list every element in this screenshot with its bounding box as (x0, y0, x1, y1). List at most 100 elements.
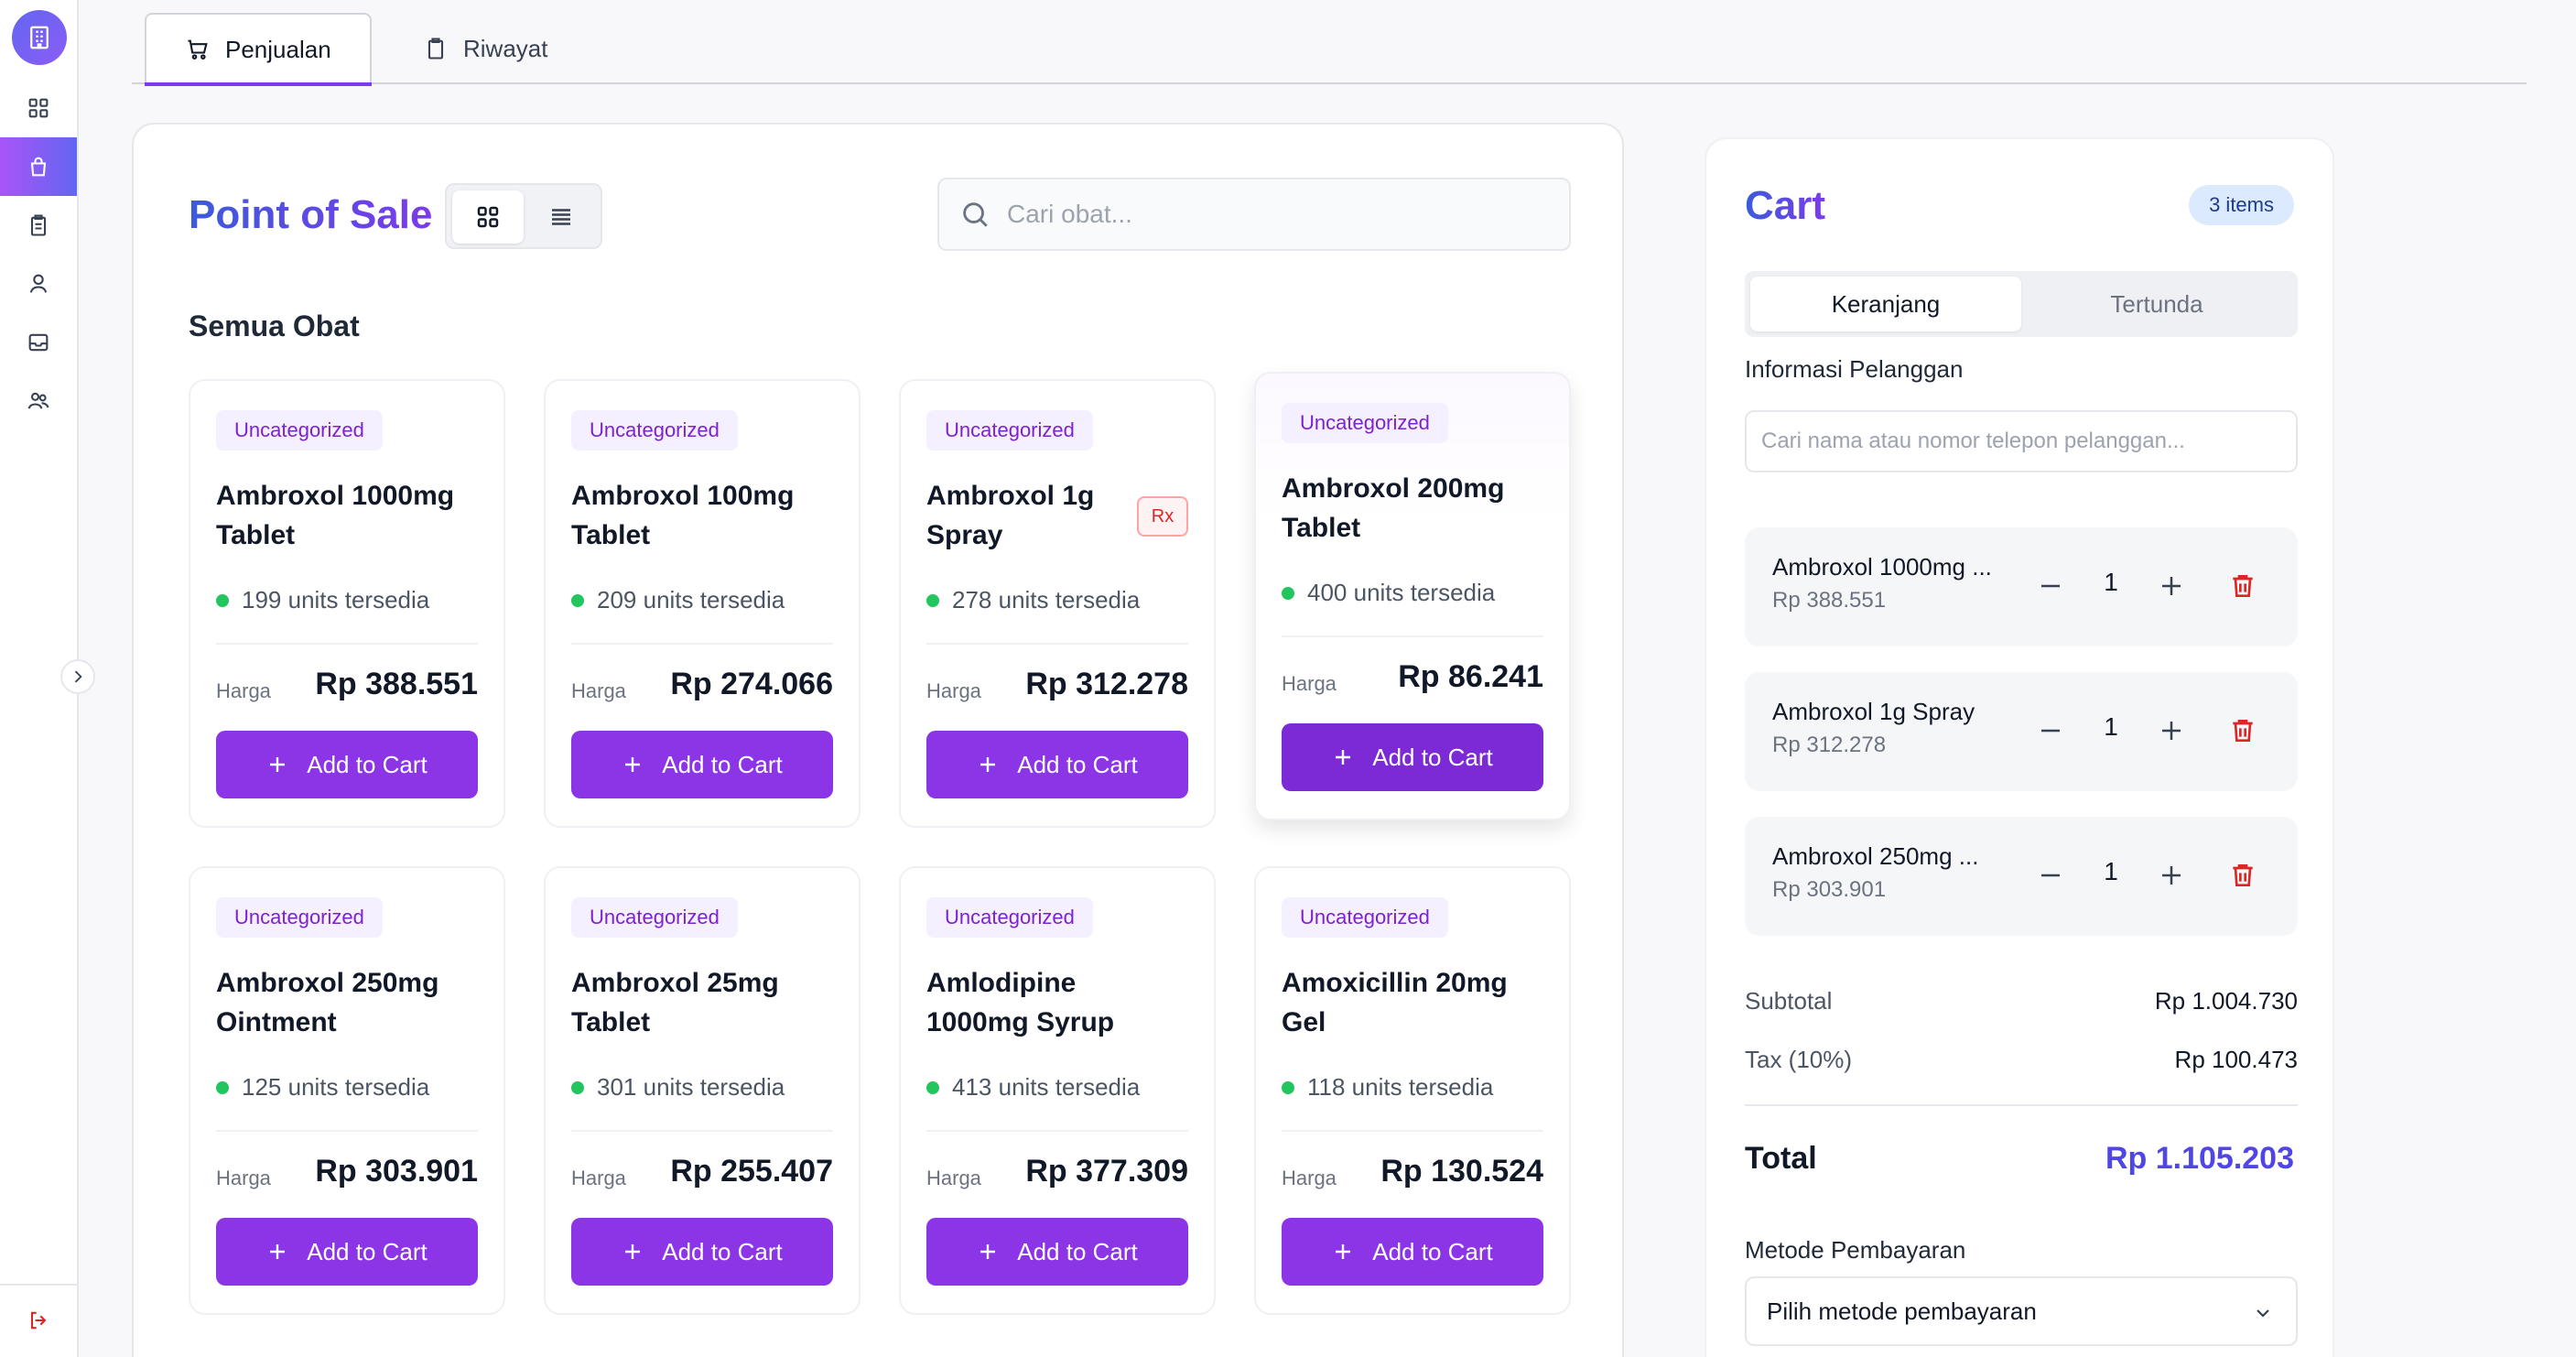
top-tabs: Penjualan Riwayat (132, 9, 2527, 86)
category-badge: Uncategorized (1282, 403, 1448, 443)
total-value: Rp 1.105.203 (2105, 1141, 2294, 1176)
category-badge: Uncategorized (571, 897, 738, 938)
minus-icon (2041, 729, 2060, 733)
product-name: Amlodipine 1000mg Syrup (926, 968, 1115, 1037)
category-badge: Uncategorized (926, 897, 1093, 938)
stock-status: 199 units tersedia (216, 586, 429, 614)
increase-qty-button[interactable] (2149, 853, 2193, 897)
tab-tertunda[interactable]: Tertunda (2021, 277, 2292, 331)
divider (1282, 635, 1543, 637)
plus-icon (1336, 750, 1351, 765)
add-to-cart-button[interactable]: Add to Cart (1282, 1218, 1543, 1286)
decrease-qty-button[interactable] (2029, 853, 2073, 897)
payment-method-value: Pilih metode pembayaran (1767, 1297, 2037, 1325)
product-card: Uncategorized Ambroxol 1g Spray Rx 278 u… (899, 379, 1216, 828)
add-to-cart-button[interactable]: Add to Cart (926, 731, 1188, 798)
trash-icon (2233, 575, 2253, 597)
building-logo-icon[interactable] (12, 10, 67, 65)
shopping-bag-icon (30, 157, 47, 177)
add-to-cart-label: Add to Cart (1017, 750, 1138, 778)
subtotal-label: Subtotal (1745, 987, 1833, 1015)
decrease-qty-button[interactable] (2029, 564, 2073, 608)
delete-item-button[interactable] (2221, 709, 2265, 753)
divider (1745, 1104, 2298, 1106)
product-name: Ambroxol 100mg Tablet (571, 481, 795, 550)
increase-qty-button[interactable] (2149, 709, 2193, 753)
add-to-cart-button[interactable]: Add to Cart (216, 1218, 478, 1286)
sidebar-item-team[interactable] (0, 372, 77, 430)
payment-method-select[interactable]: Pilih metode pembayaran (1745, 1276, 2298, 1346)
cart-item-price: Rp 388.551 (1772, 588, 1887, 613)
sidebar-item-customers[interactable] (0, 255, 77, 313)
price: Rp 130.524 (1380, 1154, 1543, 1189)
delete-item-button[interactable] (2221, 564, 2265, 608)
logout-icon (30, 1311, 47, 1330)
logout-button[interactable] (0, 1291, 77, 1350)
grid-view-button[interactable] (452, 190, 524, 244)
plus-icon (625, 757, 641, 772)
price: Rp 388.551 (315, 667, 478, 701)
tax-label: Tax (10%) (1745, 1046, 1853, 1073)
divider (216, 1130, 478, 1132)
product-name: Ambroxol 1000mg Tablet (216, 481, 455, 550)
tab-label: Riwayat (463, 34, 548, 62)
add-to-cart-button[interactable]: Add to Cart (571, 1218, 833, 1286)
add-to-cart-button[interactable]: Add to Cart (926, 1218, 1188, 1286)
add-to-cart-label: Add to Cart (1372, 1237, 1493, 1265)
plus-icon (2162, 577, 2181, 595)
price-label: Harga (216, 679, 271, 702)
price-label: Harga (1282, 672, 1337, 695)
price-label: Harga (1282, 1167, 1337, 1189)
page-title: Point of Sale (189, 192, 433, 237)
add-to-cart-button[interactable]: Add to Cart (571, 731, 833, 798)
grid-icon (477, 206, 499, 228)
customer-search-input[interactable] (1745, 410, 2298, 472)
sidebar-expand-button[interactable] (60, 659, 95, 694)
plus-icon (980, 1244, 996, 1259)
clipboard-icon (428, 38, 444, 60)
product-card: Uncategorized Amlodipine 1000mg Syrup 41… (899, 866, 1216, 1315)
customer-info-label: Informasi Pelanggan (1745, 355, 1964, 383)
pos-panel: Point of Sale Semua Obat Uncategorized A… (132, 123, 1624, 1357)
stock-status: 118 units tersedia (1282, 1073, 1493, 1102)
cart-panel: Cart 3 items Keranjang Tertunda Informas… (1705, 137, 2334, 1357)
divider (1282, 1130, 1543, 1132)
list-view-button[interactable] (525, 190, 597, 244)
tab-riwayat[interactable]: Riwayat (423, 13, 547, 84)
stock-text: 199 units tersedia (242, 586, 430, 613)
subtotal-value: Rp 1.004.730 (2154, 987, 2298, 1015)
sidebar-item-orders[interactable] (0, 196, 77, 255)
add-to-cart-label: Add to Cart (662, 750, 783, 778)
product-name: Ambroxol 250mg Ointment (216, 968, 439, 1037)
tab-penjualan[interactable]: Penjualan (145, 13, 372, 86)
minus-icon (2041, 874, 2060, 877)
stock-dot (1282, 586, 1294, 600)
stock-dot (216, 1080, 229, 1094)
delete-item-button[interactable] (2221, 853, 2265, 897)
cart-tabs: Keranjang Tertunda (1745, 271, 2298, 337)
clipboard-list-icon (30, 214, 47, 236)
sidebar-item-inbox[interactable] (0, 313, 77, 372)
product-name: Ambroxol 1g Spray (926, 481, 1095, 550)
plus-icon (270, 1244, 286, 1259)
stock-dot (1282, 1080, 1294, 1094)
subtotal-row: Subtotal Rp 1.004.730 (1745, 987, 2298, 1015)
users-icon (27, 392, 49, 409)
sidebar-item-sales[interactable] (0, 137, 77, 196)
add-to-cart-button[interactable]: Add to Cart (216, 731, 478, 798)
increase-qty-button[interactable] (2149, 564, 2193, 608)
decrease-qty-button[interactable] (2029, 709, 2073, 753)
inbox-icon (28, 333, 49, 352)
add-to-cart-button[interactable]: Add to Cart (1282, 723, 1543, 791)
tab-keranjang[interactable]: Keranjang (1750, 277, 2021, 331)
search-input[interactable] (1007, 200, 1556, 229)
category-badge: Uncategorized (1282, 897, 1448, 938)
plus-icon (1336, 1244, 1351, 1259)
product-card: Uncategorized Ambroxol 100mg Tablet 209 … (544, 379, 860, 828)
cart-item-price: Rp 312.278 (1772, 733, 1887, 757)
stock-dot (926, 1080, 939, 1094)
stock-dot (216, 593, 229, 607)
sidebar-item-dashboard[interactable] (0, 79, 77, 137)
divider (926, 643, 1188, 645)
sidebar (0, 0, 95, 1357)
